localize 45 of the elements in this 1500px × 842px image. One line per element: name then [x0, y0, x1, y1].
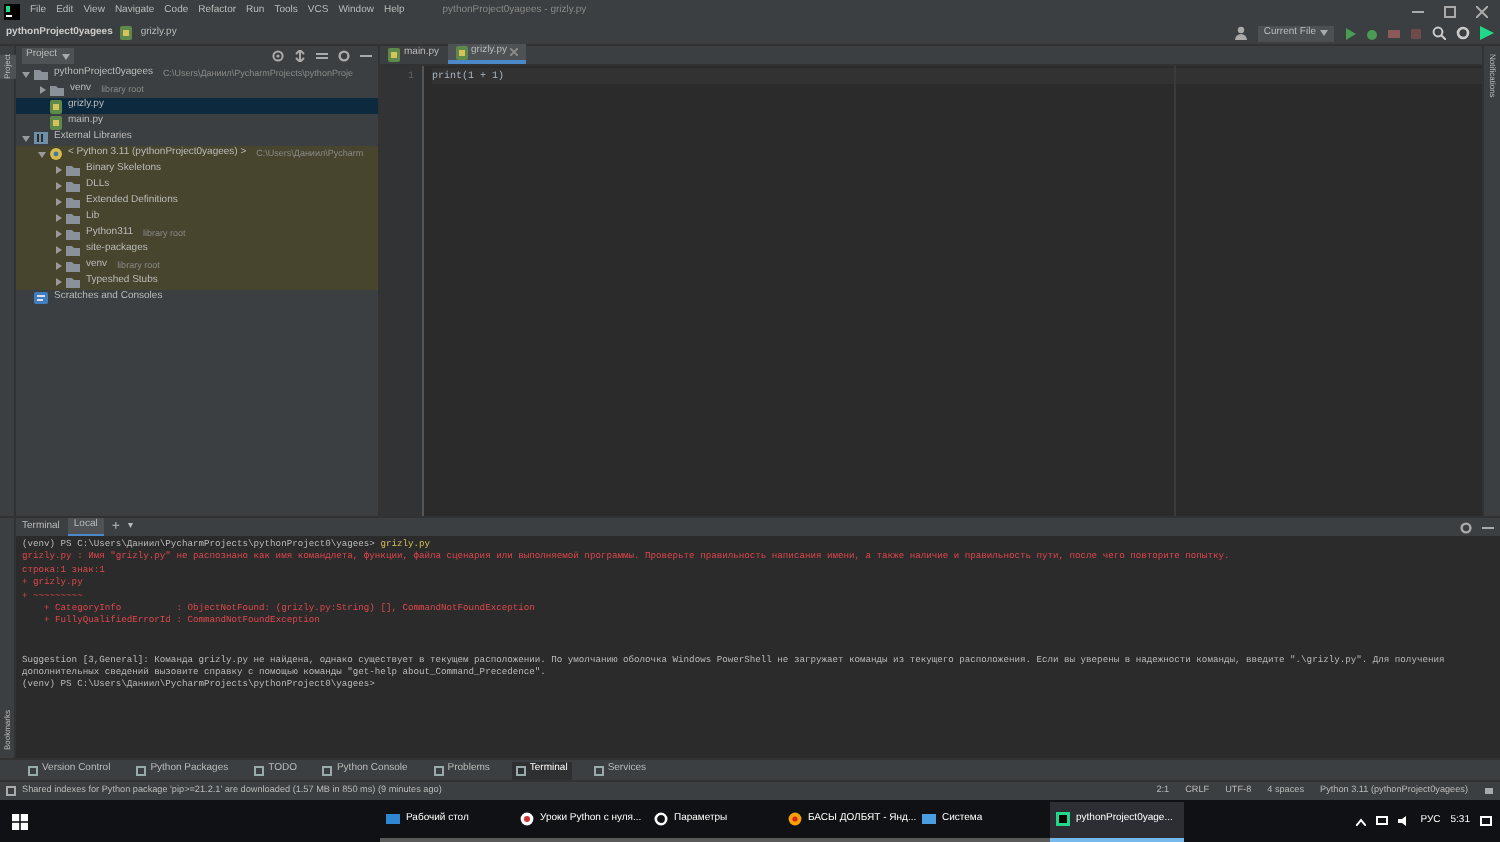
target-icon — [272, 50, 284, 62]
app-icon — [922, 812, 936, 826]
chevron-up-icon — [1356, 817, 1367, 825]
tool-icon — [254, 765, 265, 775]
maximize-icon — [1444, 5, 1456, 17]
collapsed-arrow-icon — [38, 86, 46, 94]
expanded-arrow-icon — [22, 70, 30, 78]
tool-icon — [322, 765, 333, 775]
plugin-icon — [1480, 26, 1494, 40]
tool-icon — [433, 765, 444, 775]
python-file-icon — [120, 26, 133, 40]
stop-icon — [1410, 27, 1422, 39]
python-file-icon — [388, 47, 400, 61]
run-icon — [1344, 27, 1356, 39]
app-icon — [654, 812, 668, 826]
tool-icon — [136, 765, 147, 775]
caret-icon — [61, 53, 70, 59]
app-icon — [386, 812, 400, 826]
app-icon — [520, 812, 534, 826]
hide-icon — [360, 50, 372, 62]
scratches-icon — [34, 292, 48, 304]
collapse-all-icon — [316, 50, 328, 62]
settings-icon — [1456, 26, 1470, 40]
app-icon — [788, 812, 802, 826]
search-icon — [1432, 26, 1446, 40]
tool-icon — [28, 765, 38, 775]
tool-icon — [515, 765, 526, 775]
hide-icon — [1482, 521, 1494, 533]
app-icon — [1056, 812, 1070, 826]
python-sdk-icon — [50, 148, 62, 160]
python-file-icon — [455, 45, 468, 59]
caret-icon — [1320, 30, 1328, 36]
library-icon — [34, 132, 48, 144]
layout-icon — [6, 786, 16, 796]
debug-icon — [1366, 27, 1378, 39]
close-icon — [1476, 5, 1488, 17]
app-logo-icon — [4, 3, 20, 19]
minimize-icon — [1412, 5, 1424, 17]
speaker-icon — [1398, 816, 1411, 826]
tool-icon — [593, 765, 604, 775]
user-icon — [1233, 26, 1248, 40]
settings-icon — [338, 50, 350, 62]
close-icon — [510, 48, 519, 56]
expand-all-icon — [294, 50, 306, 62]
settings-icon — [1460, 521, 1472, 533]
